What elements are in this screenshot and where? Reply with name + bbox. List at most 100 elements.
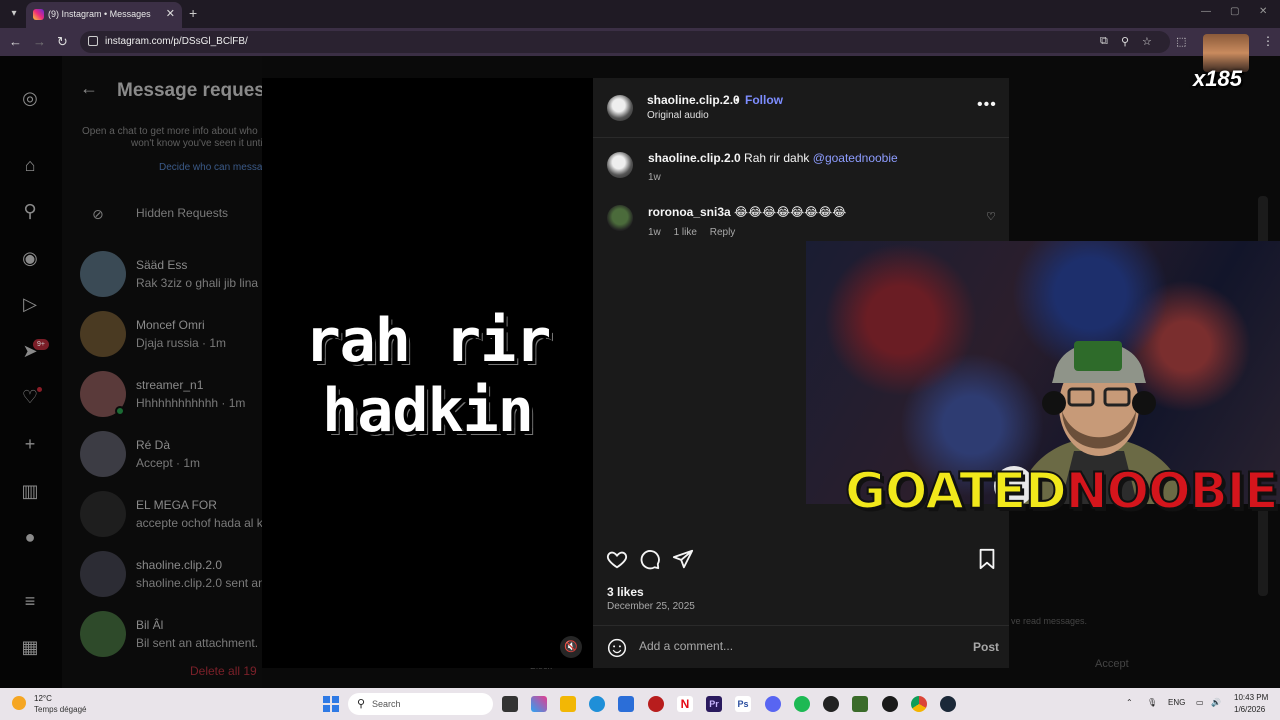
caption-author-avatar[interactable] [607, 152, 633, 178]
delete-all-button[interactable]: Delete all 19 [190, 664, 257, 678]
author-avatar[interactable] [607, 95, 633, 121]
commenter-avatar[interactable] [607, 205, 633, 231]
dashboard-icon[interactable]: ▥ [19, 480, 41, 502]
comment-icon[interactable] [639, 548, 661, 570]
reels-icon[interactable]: ▷ [19, 293, 41, 315]
network-icon[interactable]: ▭ [1196, 698, 1204, 707]
zoom-icon[interactable]: ⚲ [1121, 35, 1129, 48]
video-caption-text: rah rir hadkin [262, 306, 593, 446]
extensions-icon[interactable]: ⬚ [1176, 35, 1186, 48]
follow-button[interactable]: Follow [745, 93, 783, 107]
language-indicator[interactable]: ENG [1168, 698, 1185, 707]
weather-description[interactable]: Temps dégagé [34, 705, 86, 714]
premiere-icon[interactable]: Pr [706, 696, 722, 712]
app-green-icon[interactable] [852, 696, 868, 712]
request-name: Ré Dà [136, 438, 171, 452]
maximize-icon[interactable]: ▢ [1230, 6, 1239, 17]
request-preview: Djaja russia · 1m [136, 336, 227, 350]
post-caption: shaoline.clip.2.0 Rah rir dahk @goatedno… [648, 151, 898, 165]
window-close-icon[interactable]: ✕ [1259, 6, 1267, 17]
volume-icon[interactable]: 🔊 [1211, 698, 1221, 707]
post-video[interactable]: rah rir hadkin 🔇 [262, 78, 593, 668]
photoshop-icon[interactable]: Ps [735, 696, 751, 712]
obs-icon[interactable] [823, 696, 839, 712]
forward-icon[interactable]: → [33, 34, 46, 49]
request-item[interactable]: Ré Dà Accept · 1m [80, 431, 262, 481]
post-comment-button[interactable]: Post [973, 640, 999, 654]
decide-who-can-message-link[interactable]: Decide who can message you [159, 162, 262, 173]
request-item[interactable]: Sääd Ess Rak 3ziz o ghali jib lina [80, 251, 262, 301]
microphone-icon[interactable]: 🎙 [1147, 698, 1157, 707]
comment-input[interactable] [639, 639, 939, 653]
browser-tab[interactable]: (9) Instagram • Messages ✕ [26, 2, 182, 28]
mute-toggle-icon[interactable]: 🔇 [560, 636, 582, 658]
tab-search-icon[interactable]: ▾ [6, 6, 22, 22]
create-icon[interactable]: + [19, 433, 41, 455]
back-arrow-icon[interactable]: ← [80, 78, 98, 99]
spotify-icon[interactable] [794, 696, 810, 712]
start-windows-icon[interactable] [323, 696, 339, 712]
hidden-requests-item[interactable]: Hidden Requests [136, 206, 228, 220]
chrome-icon[interactable] [911, 696, 927, 712]
new-tab-icon[interactable]: + [189, 5, 197, 21]
explore-icon[interactable]: ◉ [19, 247, 41, 269]
reply-button[interactable]: Reply [710, 227, 736, 238]
author-username[interactable]: shaoline.clip.2.0 [647, 93, 740, 107]
reload-icon[interactable]: ↻ [57, 34, 68, 50]
search-icon[interactable]: ⚲ [19, 200, 41, 222]
copilot-icon[interactable] [531, 696, 547, 712]
browser-menu-icon[interactable]: ⋮ [1262, 34, 1274, 48]
weather-moon-icon[interactable] [12, 696, 26, 710]
post-header: shaoline.clip.2.0 • Follow Original audi… [593, 78, 1009, 138]
also-from-meta-icon[interactable]: ▦ [19, 636, 41, 658]
app-red-icon[interactable] [648, 696, 664, 712]
request-item[interactable]: Bil Âl Bil sent an attachment. [80, 611, 262, 661]
caption-time: 1w [648, 172, 661, 183]
tray-overflow-icon[interactable]: ⌃ [1126, 698, 1133, 707]
request-item[interactable]: shaoline.clip.2.0 shaoline.clip.2.0 sent… [80, 551, 262, 601]
home-icon[interactable]: ⌂ [19, 154, 41, 176]
app-dark-icon[interactable] [882, 696, 898, 712]
request-item[interactable]: EL MEGA FOR accepte ochof hada al k [80, 491, 262, 541]
more-options-icon[interactable]: ••• [977, 96, 997, 114]
comment-author[interactable]: roronoa_sni3a [648, 205, 731, 219]
file-explorer-icon[interactable] [560, 696, 576, 712]
url-bar[interactable]: instagram.com/p/DSsGl_BClFB/ [80, 31, 1170, 53]
request-item[interactable]: Moncef Omri Djaja russia · 1m [80, 311, 262, 361]
comment-likes[interactable]: 1 like [674, 227, 697, 238]
edge-icon[interactable] [589, 696, 605, 712]
like-heart-icon[interactable] [606, 548, 628, 570]
clock-date[interactable]: 1/6/2026 [1234, 705, 1265, 714]
store-icon[interactable] [618, 696, 634, 712]
request-preview: accepte ochof hada al k [136, 516, 262, 530]
steam-icon[interactable] [940, 696, 956, 712]
save-bookmark-icon[interactable] [976, 548, 998, 570]
taskbar-search[interactable]: ⚲ Search [348, 693, 493, 715]
clock-time[interactable]: 10:43 PM [1234, 693, 1268, 702]
task-view-icon[interactable] [502, 696, 518, 712]
instagram-logo-icon[interactable]: ◎ [19, 87, 41, 109]
request-item[interactable]: streamer_n1 Hhhhhhhhhhhh · 1m [80, 371, 262, 421]
avatar [80, 431, 126, 477]
caption-author[interactable]: shaoline.clip.2.0 [648, 151, 741, 165]
weather-temperature[interactable]: 12°C [34, 694, 52, 703]
share-icon[interactable] [672, 548, 694, 570]
bookmark-star-icon[interactable]: ☆ [1142, 35, 1152, 48]
accept-button[interactable]: Accept [1095, 658, 1129, 670]
install-app-icon[interactable]: ⧉ [1100, 35, 1108, 48]
minimize-icon[interactable]: — [1201, 6, 1211, 17]
back-icon[interactable]: ← [9, 34, 22, 49]
comment-like-icon[interactable]: ♡ [986, 210, 996, 223]
comment-text: 😂😂😂😂😂😂😂😂 [734, 205, 847, 219]
discord-icon[interactable] [765, 696, 781, 712]
tab-close-icon[interactable]: ✕ [166, 7, 175, 20]
more-menu-icon[interactable]: ≡ [19, 590, 41, 612]
emoji-icon[interactable] [607, 638, 627, 658]
site-info-icon[interactable] [88, 36, 98, 46]
taskbar-search-icon: ⚲ [357, 698, 366, 710]
netflix-icon[interactable]: N [677, 696, 693, 712]
profile-icon[interactable]: ● [19, 526, 41, 548]
likes-count[interactable]: 3 likes [607, 585, 644, 599]
audio-label[interactable]: Original audio [647, 110, 709, 121]
caption-mention-link[interactable]: @goatednoobie [813, 151, 898, 165]
